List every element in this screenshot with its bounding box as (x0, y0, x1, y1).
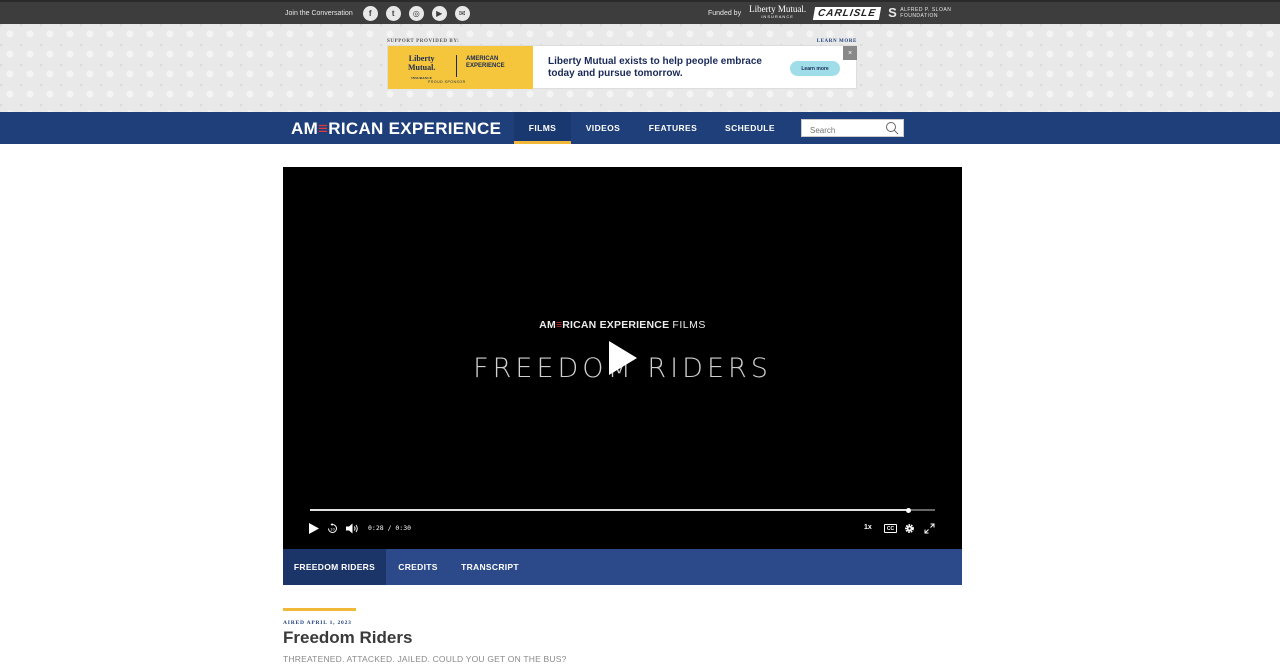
aired-date: AIRED APRIL 1, 2023 (283, 620, 352, 626)
proud-sponsor-label: PROUD SPONSOR (428, 80, 466, 84)
search-icon[interactable] (885, 121, 899, 135)
replay-10-icon[interactable]: 10 (327, 523, 338, 534)
join-conversation-label: Join the Conversation (285, 10, 353, 17)
ad-text: Liberty Mutual exists to help people emb… (548, 56, 762, 79)
tab-freedom-riders[interactable]: FREEDOM RIDERS (283, 549, 386, 585)
support-provided-label: SUPPORT PROVIDED BY: (387, 39, 460, 44)
ad-close-icon[interactable]: × (843, 46, 857, 60)
time-display: 0:28 / 0:30 (368, 524, 412, 532)
progress-handle[interactable] (905, 507, 911, 513)
instagram-icon[interactable]: ◎ (408, 6, 424, 21)
main-nav: AM≡RICAN EXPERIENCE FILMS VIDEOS FEATURE… (0, 112, 1280, 144)
top-utility-bar: Join the Conversation f t ◎ ▶ ✉ Funded b… (0, 0, 1280, 24)
progress-bar[interactable] (310, 507, 935, 513)
social-links: Join the Conversation f t ◎ ▶ ✉ (285, 6, 470, 21)
film-tabs: FREEDOM RIDERS CREDITS TRANSCRIPT (283, 549, 962, 585)
twitter-icon[interactable]: t (385, 6, 401, 21)
carlisle-logo[interactable]: CARLISLE (812, 6, 882, 20)
sloan-s-icon: S (888, 5, 898, 20)
facebook-icon[interactable]: f (362, 6, 378, 21)
film-title: Freedom Riders (283, 628, 413, 647)
ad-band: SUPPORT PROVIDED BY: LEARN MORE Liberty M… (0, 24, 1280, 112)
ad-header: SUPPORT PROVIDED BY: LEARN MORE (387, 39, 857, 44)
email-icon[interactable]: ✉ (454, 6, 470, 21)
learn-more-link[interactable]: LEARN MORE (817, 39, 857, 44)
ad-american-experience-logo: AMERICAN EXPERIENCE (466, 56, 505, 69)
volume-icon[interactable] (346, 523, 359, 534)
captions-button[interactable]: CC (884, 524, 897, 533)
liberty-mutual-logo[interactable]: Liberty Mutual. INSURANCE (749, 5, 806, 21)
search-box (801, 119, 904, 139)
nav-videos[interactable]: VIDEOS (578, 112, 628, 144)
search-input[interactable] (802, 122, 880, 139)
site-logo[interactable]: AM≡RICAN EXPERIENCE (291, 119, 501, 139)
nav-schedule[interactable]: SCHEDULE (718, 112, 782, 144)
nav-features[interactable]: FEATURES (642, 112, 704, 144)
video-brand-title: AM≡RICAN EXPERIENCE FILMS (539, 319, 706, 331)
ad-logo-panel: Liberty Mutual. INSURANCE AMERICAN EXPERIEN… (388, 46, 533, 89)
ad-liberty-mutual-logo: Liberty Mutual. INSURANCE (408, 54, 436, 80)
nav-films[interactable]: FILMS (514, 112, 571, 144)
progress-fill (310, 509, 909, 511)
tab-transcript[interactable]: TRANSCRIPT (457, 549, 523, 585)
funders: Funded by Liberty Mutual. INSURANCE CARLI… (708, 5, 951, 21)
ad-logo-divider (456, 55, 457, 77)
svg-text:10: 10 (330, 526, 335, 531)
play-icon[interactable] (309, 523, 319, 534)
video-player[interactable]: AM≡RICAN EXPERIENCE FILMS FREEDOM RIDERS… (283, 167, 962, 549)
tab-credits[interactable]: CREDITS (391, 549, 445, 585)
sponsor-ad[interactable]: Liberty Mutual. INSURANCE AMERICAN EXPERIEN… (387, 45, 857, 89)
settings-gear-icon[interactable] (904, 523, 915, 534)
funded-by-label: Funded by (708, 9, 742, 17)
title-accent-bar (283, 608, 356, 611)
ad-learn-more-button[interactable]: Learn more (790, 61, 840, 76)
sloan-foundation-logo[interactable]: S ALFRED P. SLOAN FOUNDATION (888, 5, 951, 20)
playback-speed-button[interactable]: 1x (864, 524, 872, 531)
youtube-icon[interactable]: ▶ (431, 6, 447, 21)
fullscreen-icon[interactable] (924, 523, 935, 534)
film-tagline: THREATENED. ATTACKED. JAILED. COULD YOU … (283, 654, 567, 664)
big-play-icon[interactable] (608, 340, 638, 376)
